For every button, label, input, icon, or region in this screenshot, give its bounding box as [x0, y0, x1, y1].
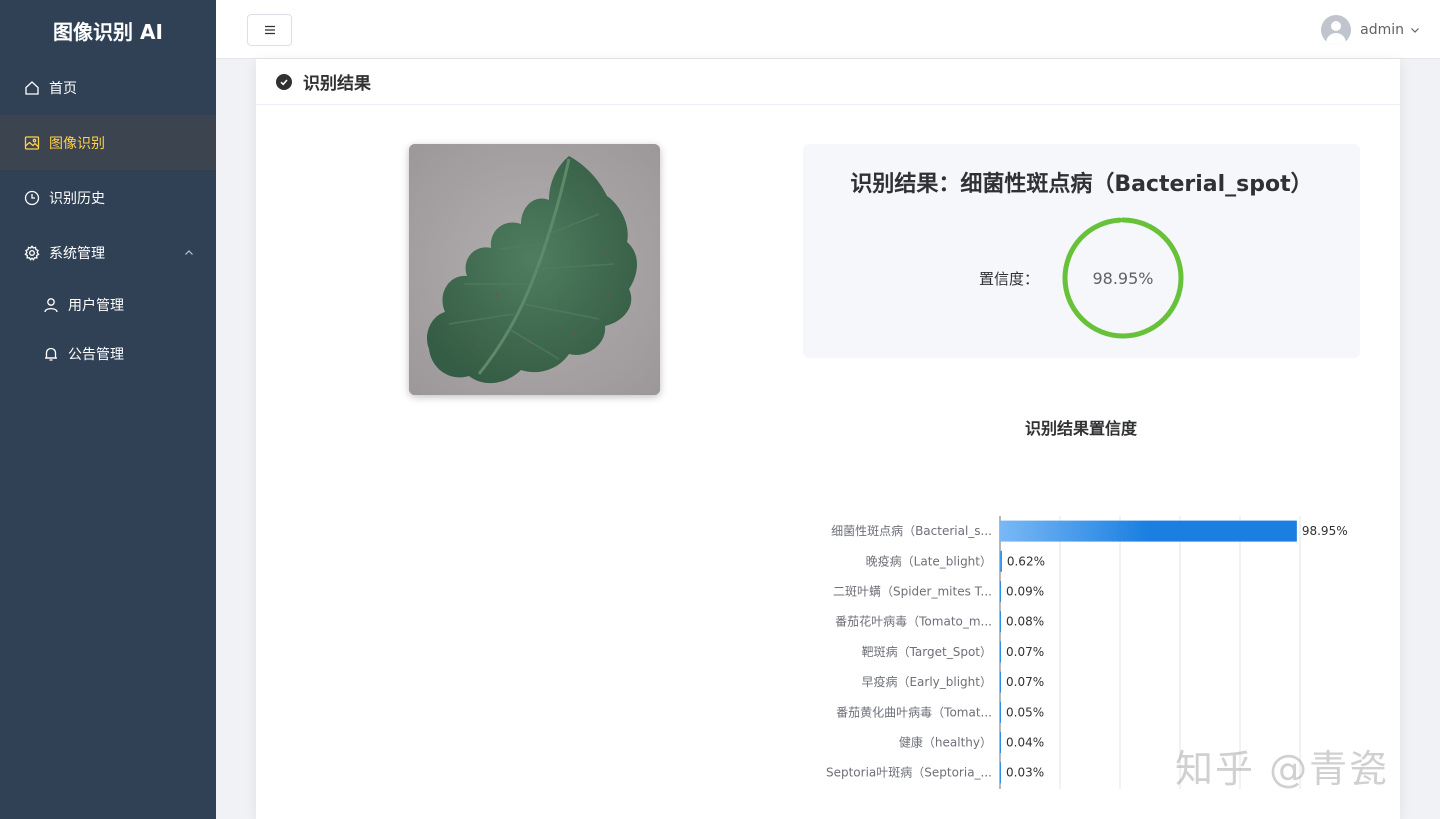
home-icon — [24, 80, 40, 96]
sidebar-item-announcement-management[interactable]: 公告管理 — [0, 329, 216, 378]
gear-icon — [24, 244, 40, 261]
sidebar-item-home[interactable]: 首页 — [0, 60, 216, 115]
bar — [1000, 762, 1001, 784]
result-summary-box: 识别结果：细菌性斑点病（Bacterial_spot） 置信度： 98.95% — [803, 144, 1360, 358]
bar — [1000, 641, 1001, 663]
category-label: 二斑叶螨（Spider_mites T... — [833, 585, 992, 599]
card-title: 识别结果 — [303, 74, 371, 94]
sidebar-item-system-management[interactable]: 系统管理 — [0, 225, 216, 280]
value-label: 0.07% — [1006, 645, 1044, 659]
uploaded-leaf-image — [409, 144, 660, 395]
hamburger-icon — [264, 25, 275, 35]
sidebar-item-label: 图像识别 — [49, 135, 105, 152]
category-label: Septoria叶斑病（Septoria_... — [826, 765, 992, 780]
check-circle-icon — [276, 73, 292, 90]
value-label: 0.04% — [1006, 736, 1044, 750]
confidence-label: 置信度： — [979, 270, 1040, 288]
sidebar: 图像识别 AI 首页 图像识别 识别历史 系统管理 用户管理 公告管理 — [0, 0, 216, 819]
bar — [1000, 671, 1001, 693]
value-label: 0.08% — [1006, 615, 1044, 629]
top-header: admin — [216, 0, 1440, 59]
bar — [1000, 550, 1002, 572]
sidebar-item-history[interactable]: 识别历史 — [0, 170, 216, 225]
result-card: 识别结果 识别结果：细菌性斑点病（Bacterial_spot） 置信度： 98… — [256, 59, 1400, 819]
sidebar-item-label: 系统管理 — [49, 245, 105, 262]
confidence-bar-chart: 0%20%40%60%80%100%细菌性斑点病（Bacterial_s...9… — [826, 516, 1348, 789]
confidence-value: 98.95% — [1092, 268, 1154, 288]
sidebar-item-label: 公告管理 — [68, 346, 124, 363]
bar — [1000, 732, 1001, 753]
category-label: 番茄黄化曲叶病毒（Tomat... — [836, 704, 992, 719]
chart-title: 识别结果置信度 — [1024, 419, 1137, 438]
value-label: 0.05% — [1006, 705, 1044, 719]
sidebar-item-label: 识别历史 — [49, 190, 105, 207]
bell-icon — [43, 346, 59, 362]
menu-toggle-button[interactable] — [247, 14, 292, 46]
sidebar-item-label: 用户管理 — [68, 297, 124, 314]
sidebar-item-user-management[interactable]: 用户管理 — [0, 280, 216, 329]
sidebar-item-label: 首页 — [49, 80, 77, 97]
user-dropdown[interactable]: admin — [1321, 14, 1420, 46]
category-label: 早疫病（Early_blight） — [861, 674, 992, 689]
category-label: 健康（healthy） — [899, 735, 992, 750]
category-label: 细菌性斑点病（Bacterial_s... — [831, 523, 992, 538]
value-label: 0.62% — [1007, 554, 1045, 568]
card-header: 识别结果 — [256, 59, 1400, 105]
clock-icon — [24, 190, 40, 206]
sidebar-item-image-recognition[interactable]: 图像识别 — [0, 115, 216, 170]
picture-icon — [24, 135, 40, 151]
bar — [1000, 520, 1297, 542]
value-label: 0.09% — [1006, 585, 1044, 599]
category-label: 靶斑病（Target_Spot） — [862, 644, 992, 659]
chevron-up-icon — [185, 249, 193, 255]
category-label: 番茄花叶病毒（Tomato_m... — [835, 614, 992, 629]
avatar — [1321, 15, 1352, 45]
username: admin — [1360, 22, 1404, 38]
chevron-down-icon — [1411, 28, 1419, 33]
value-label: 98.95% — [1302, 524, 1348, 538]
bar — [1000, 701, 1001, 723]
user-icon — [43, 297, 59, 313]
value-label: 0.07% — [1006, 675, 1044, 689]
bar — [1000, 581, 1001, 602]
value-label: 0.03% — [1006, 766, 1044, 780]
result-title: 识别结果：细菌性斑点病（Bacterial_spot） — [850, 172, 1313, 197]
app-logo: 图像识别 AI — [53, 19, 163, 44]
category-label: 晚疫病（Late_blight） — [866, 553, 992, 568]
bar — [1000, 611, 1001, 633]
